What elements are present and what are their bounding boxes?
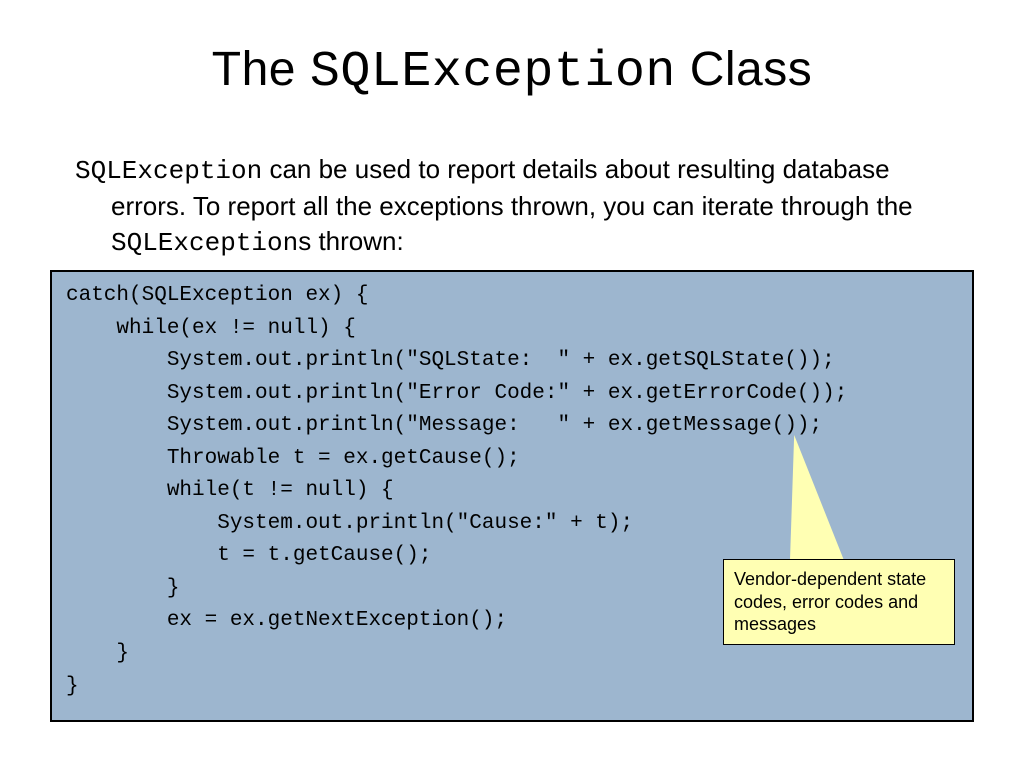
desc-part2b: s thrown:	[298, 226, 404, 256]
slide-title: The SQLException Class	[0, 42, 1024, 101]
title-pre: The	[212, 43, 310, 96]
desc-mono-2: SQLException	[111, 228, 298, 258]
title-mono: SQLException	[310, 44, 676, 101]
slide: The SQLException Class SQLException can …	[0, 0, 1024, 768]
title-post: Class	[676, 43, 812, 96]
code-block: catch(SQLException ex) { while(ex != nul…	[50, 270, 974, 722]
desc-part2a: can iterate through the	[652, 191, 912, 221]
description: SQLException can be used to report detai…	[75, 152, 955, 261]
desc-mono-1: SQLException	[75, 156, 262, 186]
code-text: catch(SQLException ex) { while(ex != nul…	[66, 280, 958, 703]
desc-part1a: can be used to report details about resu…	[262, 154, 775, 184]
